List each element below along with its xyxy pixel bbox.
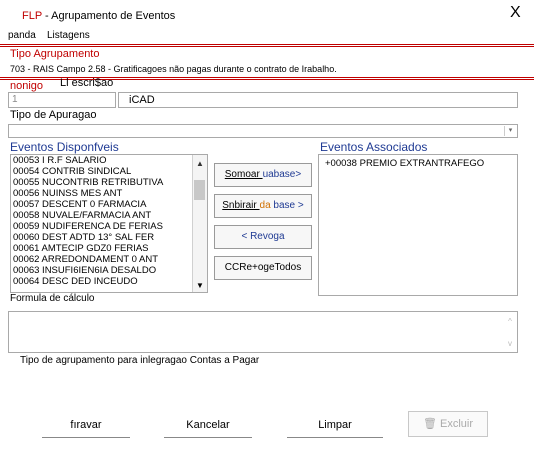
somar-suffix: uabase>: [262, 169, 302, 180]
excluir-button[interactable]: 🗑 Excluir: [408, 411, 488, 437]
chevron-up-icon[interactable]: ▲: [193, 159, 207, 168]
list-item[interactable]: 00055 NUCONTRIB RETRIBUTIVA: [13, 177, 193, 188]
descricao-label: Ll escri$ao: [60, 77, 114, 89]
button-underline: [287, 437, 383, 438]
revoga-button[interactable]: < Revoga: [214, 225, 312, 249]
list-item[interactable]: 00053 I R.F SALARIO: [13, 155, 193, 166]
chevron-down-icon[interactable]: v: [503, 339, 517, 348]
window-title-code: FLP: [22, 10, 42, 22]
eventos-disponiveis-list[interactable]: 00053 I R.F SALARIO 00054 CONTRIB SINDICA…: [10, 154, 208, 293]
list-item[interactable]: 00060 DEST ADTD 13° SAL FER: [13, 232, 193, 243]
codigo-input[interactable]: 1: [8, 92, 116, 108]
integracao-label: Tipo de agrupamento para inlegragao Cont…: [20, 355, 260, 366]
somar-base-button[interactable]: Somoar uabase>: [214, 163, 312, 187]
apuracao-select[interactable]: ▾: [8, 124, 518, 138]
cancelar-label: Kancelar: [186, 419, 230, 431]
menu-item-listagens[interactable]: Listagens: [47, 30, 90, 41]
eventos-disponiveis-title: Eventos Disponfveis: [10, 140, 119, 154]
list-item[interactable]: 00058 NUVALE/FARMACIA ANT: [13, 210, 193, 221]
list-item[interactable]: 00063 INSUFI6IEN6IA DESALDO: [13, 265, 193, 276]
title-bar: FLP - Agrupamento de Eventos X: [0, 0, 534, 28]
list-item[interactable]: 00061 AMTECIP GDZ0 FERIAS: [13, 243, 193, 254]
button-underline: [42, 437, 130, 438]
button-underline: [164, 437, 252, 438]
gravar-label: fıravar: [70, 419, 102, 431]
formula-input[interactable]: ^ v: [8, 311, 518, 353]
gravar-button[interactable]: fıravar: [42, 410, 130, 438]
remove-todos-button[interactable]: CCRe+ogeTodos: [214, 256, 312, 280]
close-button[interactable]: X: [510, 4, 521, 22]
limpar-button[interactable]: Limpar: [287, 410, 383, 438]
chevron-down-icon[interactable]: ▼: [193, 281, 207, 290]
list-item[interactable]: 00064 DESC DED INCEUDO: [13, 276, 193, 287]
eventos-associados-title: Eventos Associados: [320, 140, 428, 154]
subtrair-mid: da: [259, 200, 271, 211]
excluir-label: Excluir: [440, 418, 474, 430]
eventos-disponiveis-scrollbar[interactable]: ▲ ▼: [192, 155, 207, 292]
list-item[interactable]: 00057 DESCENT 0 FARMACIA: [13, 199, 193, 210]
chevron-down-icon[interactable]: ▾: [504, 126, 516, 136]
somar-label: Somoar: [224, 169, 263, 180]
list-item[interactable]: +00038 PREMIO EXTRANTRAFEGO: [319, 158, 517, 169]
list-item[interactable]: 00054 CONTRIB SINDICAL: [13, 166, 193, 177]
cancelar-button[interactable]: Kancelar: [164, 410, 252, 438]
window-title: FLP - Agrupamento de Eventos: [22, 10, 175, 22]
list-item[interactable]: 00059 NUDIFERENCA DE FERIAS: [13, 221, 193, 232]
limpar-label: Limpar: [318, 419, 352, 431]
apuracao-label: Tipo de Apuragao: [10, 109, 97, 121]
tipo-agrupamento-value[interactable]: 703 - RAIS Campo 2.58 - Gratificagoes nã…: [10, 64, 337, 74]
chevron-up-icon[interactable]: ^: [503, 317, 517, 326]
tipo-agrupamento-label: Tipo Agrupamento: [10, 48, 100, 60]
subtrair-suffix: base >: [270, 200, 304, 211]
window-title-text: - Agrupamento de Eventos: [41, 10, 176, 22]
menu-item-panda[interactable]: panda: [8, 30, 36, 41]
trash-icon: 🗑: [422, 418, 437, 430]
subtrair-base-button[interactable]: Snbirair da base >: [214, 194, 312, 218]
separator-line: [0, 44, 534, 45]
separator-line: [0, 46, 534, 47]
eventos-associados-list[interactable]: +00038 PREMIO EXTRANTRAFEGO: [318, 154, 518, 296]
formula-scrollbar[interactable]: ^ v: [503, 312, 517, 352]
formula-label: Formula de cálculo: [10, 293, 95, 304]
codigo-label: nonigo: [10, 80, 44, 92]
scroll-thumb[interactable]: [194, 180, 205, 200]
subtrair-label: Snbirair: [222, 200, 260, 211]
list-item[interactable]: 00056 NUINSS MES ANT: [13, 188, 193, 199]
eventos-disponiveis-rows: 00053 I R.F SALARIO 00054 CONTRIB SINDICA…: [13, 155, 193, 287]
descricao-input[interactable]: iCAD: [118, 92, 518, 108]
list-item[interactable]: 00062 ARREDONDAMENT 0 ANT: [13, 254, 193, 265]
